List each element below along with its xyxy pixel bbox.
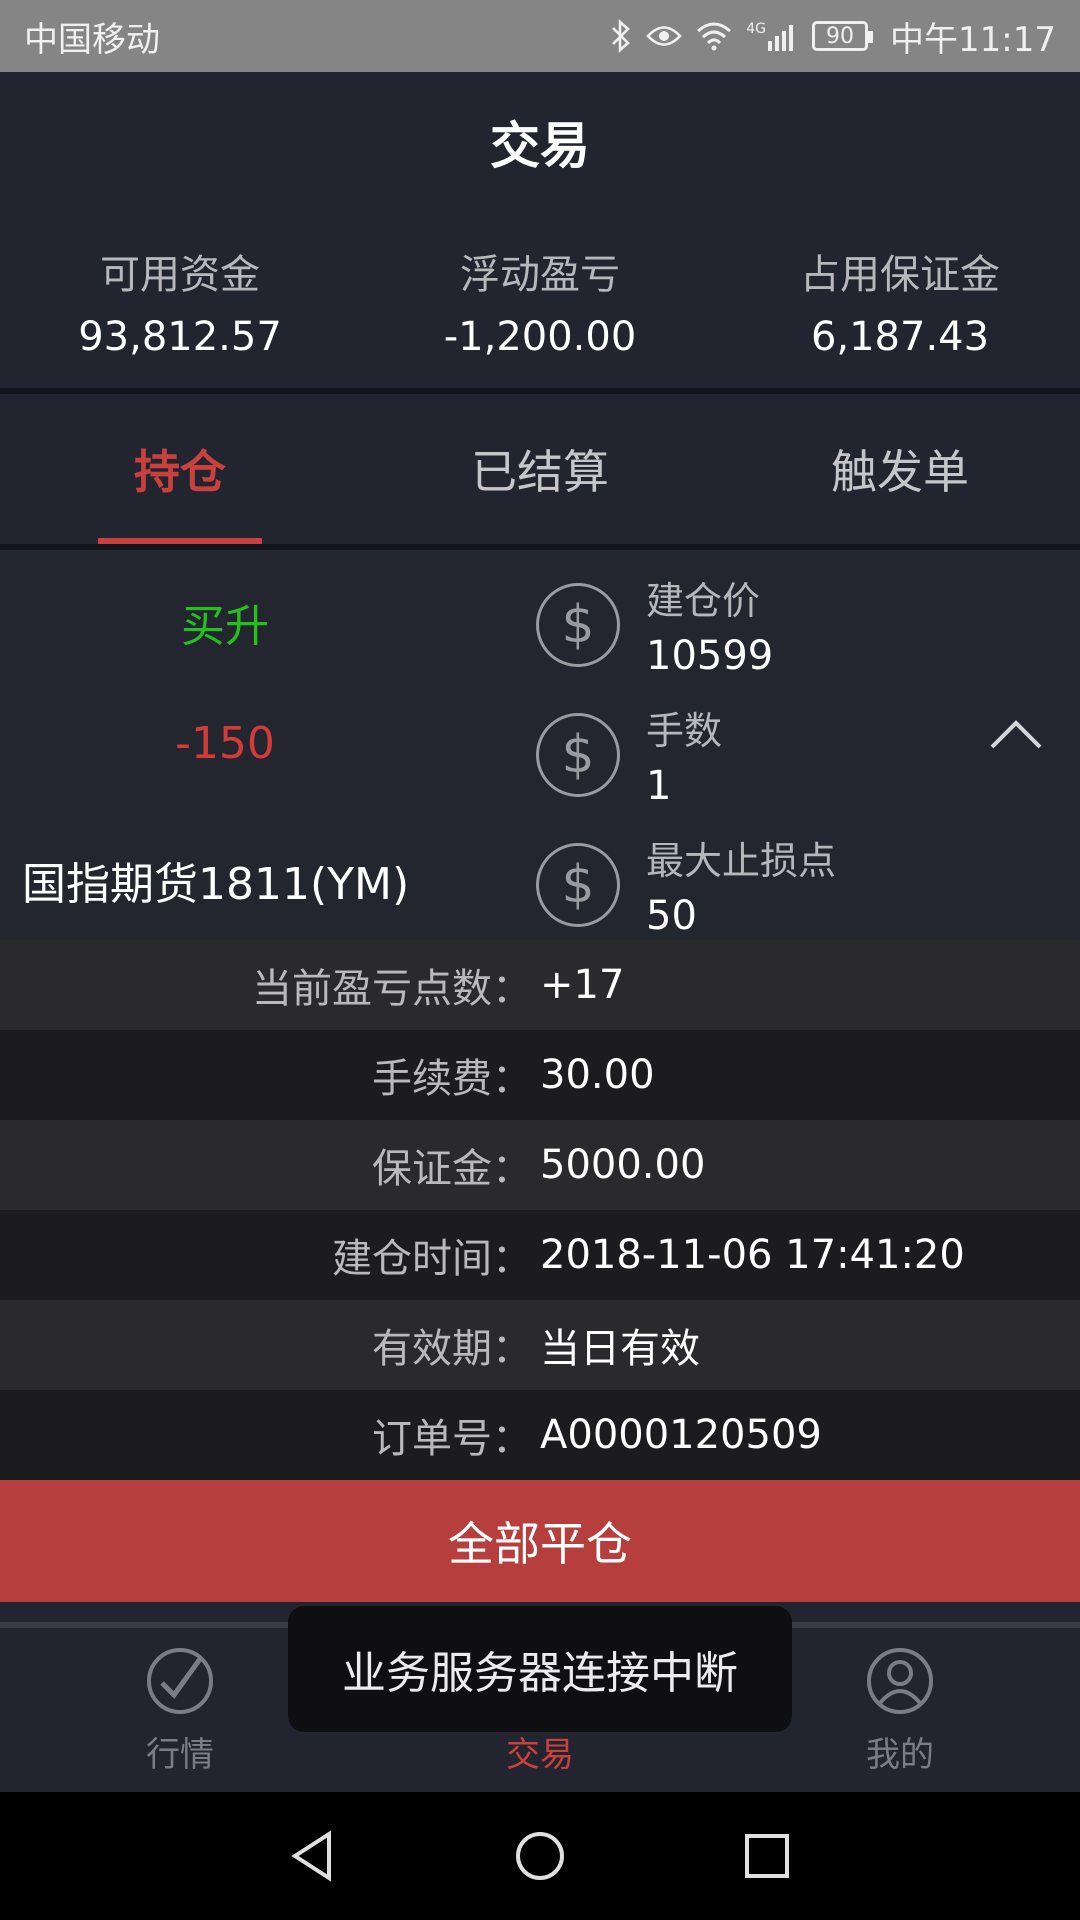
summary-value: 6,187.43	[810, 314, 990, 360]
detail-row-current-pnl: 当前盈亏点数： +17	[0, 940, 1080, 1030]
carrier-name: 中国移动	[24, 19, 160, 60]
detail-value: 当日有效	[540, 1326, 700, 1372]
clock: 中午11:17	[890, 19, 1056, 60]
back-triangle-icon[interactable]	[283, 1826, 343, 1886]
signal-icon: 4G	[746, 21, 798, 51]
info-label: 最大止损点	[646, 839, 837, 883]
detail-label: 手续费：	[372, 1056, 532, 1102]
lots-row: $ 手数 1	[536, 700, 722, 809]
dollar-icon: $	[536, 842, 620, 927]
network-type-label: 4G	[746, 21, 767, 37]
nav-label: 我的	[866, 1734, 934, 1775]
wifi-icon	[696, 21, 732, 51]
trade-direction: 买升	[181, 601, 269, 652]
summary-value: -1,200.00	[443, 314, 637, 360]
summary-label: 浮动盈亏	[460, 252, 620, 298]
market-check-icon	[147, 1647, 213, 1714]
position-summary: 买升 -150 国指期货1811(YM)	[0, 550, 450, 940]
detail-value: 30.00	[540, 1052, 655, 1098]
battery-level: 90	[826, 23, 855, 49]
home-circle-icon[interactable]	[510, 1826, 570, 1886]
detail-row-open-time: 建仓时间： 2018-11-06 17:41:20	[0, 1210, 1080, 1300]
detail-row-fee: 手续费： 30.00	[0, 1030, 1080, 1120]
product-name: 国指期货1811(YM)	[22, 859, 410, 910]
user-icon	[867, 1647, 933, 1714]
position-card[interactable]: 买升 -150 国指期货1811(YM) $ 建仓价 10599 $ 手数 1 …	[0, 550, 1080, 940]
collapse-chevron-up-icon[interactable]	[986, 705, 1046, 765]
tab-settled[interactable]: 已结算	[360, 394, 720, 544]
summary-label: 占用保证金	[800, 252, 1000, 298]
status-bar: 中国移动 4G 90 中午11:17	[0, 0, 1080, 72]
tab-positions[interactable]: 持仓	[0, 394, 360, 544]
info-value: 10599	[646, 633, 774, 679]
detail-row-order-id: 订单号： A0000120509	[0, 1390, 1080, 1480]
pnl-points: -150	[175, 718, 275, 769]
open-price-row: $ 建仓价 10599	[536, 570, 773, 679]
tab-label: 持仓	[134, 445, 226, 499]
status-icons: 4G 90 中午11:17	[610, 12, 1056, 61]
dollar-icon: $	[536, 582, 620, 667]
tab-label: 触发单	[831, 445, 969, 499]
dollar-icon: $	[536, 712, 620, 797]
floating-pnl: 浮动盈亏 -1,200.00	[360, 228, 720, 388]
info-label: 手数	[646, 709, 723, 753]
recents-square-icon[interactable]	[737, 1826, 797, 1886]
detail-value: A0000120509	[540, 1412, 822, 1458]
detail-row-margin: 保证金： 5000.00	[0, 1120, 1080, 1210]
detail-label: 建仓时间：	[332, 1236, 532, 1282]
system-nav-bar	[0, 1792, 1080, 1920]
tab-bar: 持仓 已结算 触发单	[0, 394, 1080, 544]
account-summary: 可用资金 93,812.57 浮动盈亏 -1,200.00 占用保证金 6,18…	[0, 228, 1080, 388]
detail-label: 订单号：	[372, 1416, 532, 1462]
position-details: 当前盈亏点数： +17 手续费： 30.00 保证金： 5000.00 建仓时间…	[0, 940, 1080, 1480]
bluetooth-icon	[610, 19, 632, 53]
tab-trigger-orders[interactable]: 触发单	[720, 394, 1080, 544]
detail-label: 保证金：	[372, 1146, 532, 1192]
page-title: 交易	[490, 117, 590, 175]
summary-value: 93,812.57	[78, 314, 282, 360]
battery-icon: 90	[812, 21, 874, 51]
tab-label: 已结算	[471, 445, 609, 499]
info-label: 建仓价	[646, 579, 761, 623]
summary-label: 可用资金	[100, 252, 260, 298]
app-header: 交易	[0, 72, 1080, 212]
nav-label: 交易	[506, 1734, 574, 1775]
detail-label: 有效期：	[372, 1326, 532, 1372]
detail-value: +17	[540, 962, 625, 1008]
info-value: 50	[646, 893, 697, 939]
detail-row-validity: 有效期： 当日有效	[0, 1300, 1080, 1390]
max-stop-loss-row: $ 最大止损点 50	[536, 830, 836, 939]
available-funds: 可用资金 93,812.57	[0, 228, 360, 388]
detail-label: 当前盈亏点数：	[252, 966, 532, 1012]
used-margin: 占用保证金 6,187.43	[720, 228, 1080, 388]
info-value: 1	[646, 763, 672, 809]
detail-value: 2018-11-06 17:41:20	[540, 1232, 965, 1278]
eye-icon	[646, 23, 683, 49]
toast-message: 业务服务器连接中断	[288, 1606, 792, 1732]
close-all-button[interactable]: 全部平仓	[0, 1480, 1080, 1602]
nav-label: 行情	[146, 1734, 214, 1775]
detail-value: 5000.00	[540, 1142, 706, 1188]
